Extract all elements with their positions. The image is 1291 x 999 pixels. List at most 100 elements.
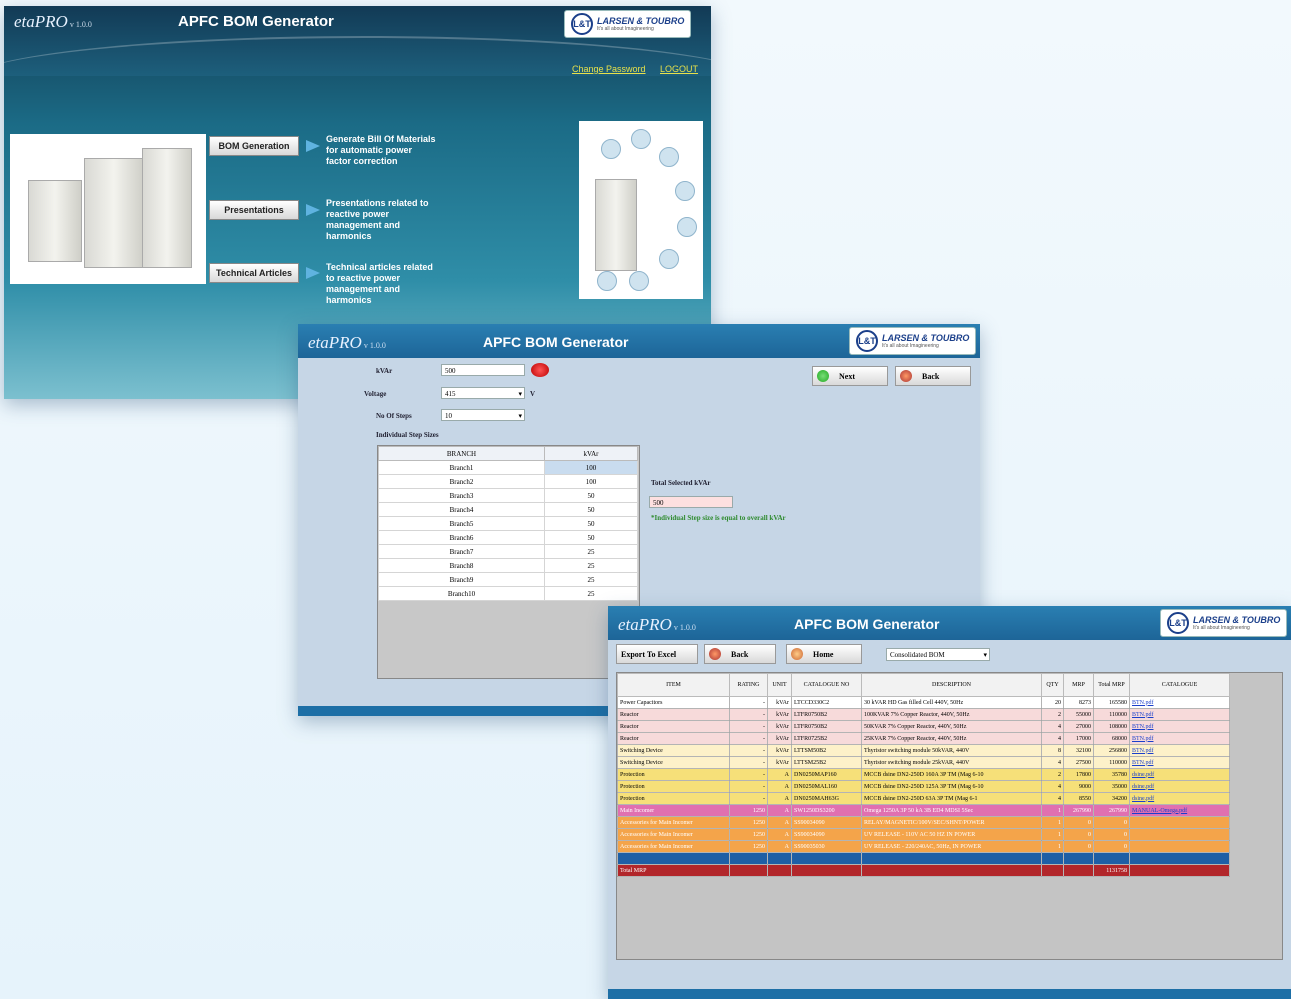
arrow-right-icon	[306, 204, 320, 216]
catalogue-link[interactable]: BTN.pdf	[1129, 744, 1230, 757]
change-password-link[interactable]: Change Password	[572, 64, 646, 74]
export-excel-button[interactable]: Export To Excel	[616, 644, 698, 664]
table-row[interactable]: Branch4 50	[378, 502, 639, 517]
table-cell: Switching Device	[617, 756, 730, 769]
table-cell: SS90034090	[791, 828, 862, 841]
lnt-logo: L&T LARSEN & TOUBRO It's all about Imagin…	[564, 10, 692, 38]
table-cell: LTTSM50B2	[791, 744, 862, 757]
table-cell: Main Incomer	[617, 804, 730, 817]
table-cell	[617, 852, 730, 865]
table-cell: -	[729, 768, 768, 781]
table-cell: 4	[1041, 732, 1064, 745]
logout-link[interactable]: LOGOUT	[660, 64, 698, 74]
table-cell	[861, 864, 1042, 877]
catalogue-link[interactable]: MANUAL-Omega.pdf	[1129, 804, 1230, 817]
catalogue-link[interactable]: dsine.pdf	[1129, 780, 1230, 793]
table-row[interactable]: Branch7 25	[378, 544, 639, 559]
table-cell: SS90034090	[791, 816, 862, 829]
table-cell: 100KVAR 7% Copper Reactor, 440V, 50Hz	[861, 708, 1042, 721]
table-cell: 267990	[1063, 804, 1094, 817]
table-cell: -	[729, 780, 768, 793]
back-icon	[900, 370, 912, 382]
table-cell: 0	[1063, 828, 1094, 841]
table-row: Accessories for Main Incomer 1250 A SS90035…	[617, 840, 1230, 853]
bom-header-row: ITEM RATING UNIT CATALOGUE NO DESCRIPTION QTY…	[617, 673, 1230, 697]
bom-generation-button[interactable]: BOM Generation	[209, 136, 299, 156]
table-cell: MCCB dsine DN2-250D 160A 3P TM (Mag 6-10	[861, 768, 1042, 781]
steps-select[interactable]: 10	[441, 409, 525, 422]
table-cell: UV RELEASE - 220/240AC, 50Hz, IN POWER	[861, 840, 1042, 853]
table-row[interactable]: Branch10 25	[378, 586, 639, 601]
calculate-icon[interactable]	[531, 363, 549, 377]
table-row[interactable]: Branch2 100	[378, 474, 639, 489]
table-cell: A	[767, 768, 792, 781]
back-button[interactable]: Back	[704, 644, 776, 664]
table-row: Accessories for Main Incomer 1250 A SS90034…	[617, 828, 1230, 841]
table-cell	[767, 852, 792, 865]
table-row[interactable]: Branch8 25	[378, 558, 639, 573]
table-cell: DN0250MAH63G	[791, 792, 862, 805]
app-title: APFC BOM Generator	[178, 13, 334, 30]
table-cell: Omega 1250A 3P 50 kA 3B ED4 MDSI 5Sec	[861, 804, 1042, 817]
bom-view-select[interactable]: Consolidated BOM	[886, 648, 990, 661]
table-row[interactable]: Branch9 25	[378, 572, 639, 587]
table-cell: kVAr	[767, 744, 792, 757]
table-cell: 1250	[729, 840, 768, 853]
home-button[interactable]: Home	[786, 644, 862, 664]
table-cell	[1041, 864, 1064, 877]
voltage-unit: V	[530, 390, 536, 398]
table-cell: A	[767, 840, 792, 853]
table-row[interactable]: Branch6 50	[378, 530, 639, 545]
table-cell: 1250	[729, 828, 768, 841]
table-row: Total MRP 1131758	[617, 864, 1230, 877]
bom-grid: ITEM RATING UNIT CATALOGUE NO DESCRIPTION QTY…	[616, 672, 1283, 960]
back-button[interactable]: Back	[895, 366, 971, 386]
catalogue-link[interactable]: dsine.pdf	[1129, 792, 1230, 805]
table-cell: 1	[1041, 828, 1064, 841]
table-cell: 256800	[1093, 744, 1130, 757]
table-cell: -	[729, 792, 768, 805]
table-cell: Reactor	[617, 708, 730, 721]
catalogue-link[interactable]: dsine.pdf	[1129, 768, 1230, 781]
table-cell	[861, 852, 1042, 865]
catalogue-link[interactable]: BTN.pdf	[1129, 696, 1230, 709]
table-cell: 2	[1041, 768, 1064, 781]
bom-column-header: CATALOGUE	[1129, 673, 1230, 697]
table-row[interactable]: Branch1 100	[378, 460, 639, 475]
voltage-select[interactable]: 415	[441, 387, 525, 400]
table-cell: -	[729, 756, 768, 769]
table-row[interactable]: Branch3 50	[378, 488, 639, 503]
table-cell: LTTSM25B2	[791, 756, 862, 769]
table-cell: UV RELEASE - 110V AC 50 HZ IN POWER	[861, 828, 1042, 841]
presentations-button[interactable]: Presentations	[209, 200, 299, 220]
table-cell	[1093, 852, 1130, 865]
table-cell: 4	[1041, 780, 1064, 793]
panel-cabinets-image	[10, 134, 206, 284]
technical-articles-button[interactable]: Technical Articles	[209, 263, 299, 283]
table-cell: 165580	[1093, 696, 1130, 709]
catalogue-link[interactable]: BTN.pdf	[1129, 756, 1230, 769]
table-cell: 110000	[1093, 756, 1130, 769]
table-cell: 0	[1093, 828, 1130, 841]
table-cell: A	[767, 804, 792, 817]
table-cell: Protection	[617, 768, 730, 781]
catalogue-link[interactable]: BTN.pdf	[1129, 720, 1230, 733]
catalogue-link[interactable]: BTN.pdf	[1129, 732, 1230, 745]
table-cell: MCCB dsine DN2-250D 125A 3P TM (Mag 6-10	[861, 780, 1042, 793]
bom-column-header: QTY	[1041, 673, 1064, 697]
table-cell: 0	[1063, 816, 1094, 829]
table-row: Switching Device - kVAr LTTSM25B2 Thyristor …	[617, 756, 1230, 769]
table-cell: 55000	[1063, 708, 1094, 721]
kvar-input[interactable]: 500	[441, 364, 525, 376]
next-button[interactable]: Next	[812, 366, 888, 386]
table-cell: -	[729, 708, 768, 721]
kvar-label: kVAr	[376, 367, 393, 375]
table-cell: 0	[1063, 840, 1094, 853]
table-cell: A	[767, 792, 792, 805]
catalogue-link[interactable]: BTN.pdf	[1129, 708, 1230, 721]
lnt-logo: L&T LARSEN & TOUBRO It's all about Imagin…	[849, 327, 977, 355]
table-cell: 27000	[1063, 720, 1094, 733]
table-cell: 35000	[1093, 780, 1130, 793]
branch-table: BRANCH kVAr Branch1 100 Branch2 100 Branch…	[378, 446, 639, 601]
table-row[interactable]: Branch5 50	[378, 516, 639, 531]
